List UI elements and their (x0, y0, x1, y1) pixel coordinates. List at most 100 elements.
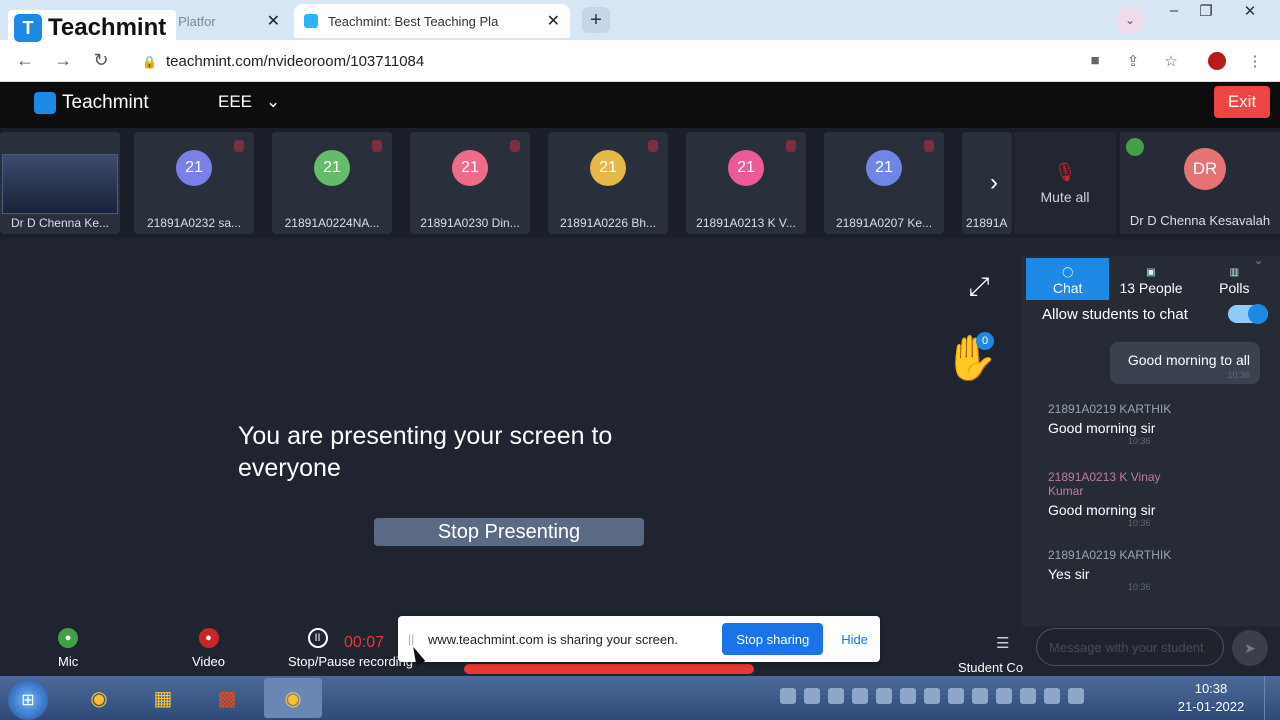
participant-tile[interactable]: 21 21891A0224NA... (272, 132, 392, 234)
avatar: 21 (452, 150, 488, 186)
share-icon[interactable]: ⇪ (1122, 52, 1144, 70)
file-explorer-icon[interactable]: ▦ (134, 678, 192, 718)
message-time: 10:36 (1128, 518, 1151, 528)
stop-sharing-button[interactable]: Stop sharing (722, 623, 824, 655)
tab-people[interactable]: ▣ 13 People (1109, 258, 1192, 300)
tile-name: 21891A (966, 216, 1008, 230)
flag-icon[interactable] (1068, 688, 1084, 704)
screen-share-tile[interactable]: Dr D Chenna Ke... (0, 132, 120, 234)
participant-tile[interactable]: 21 21891A0226 Bh... (548, 132, 668, 234)
powerpoint-icon[interactable]: ▩ (198, 678, 256, 718)
screen-share-notification: || www.teachmint.com is sharing your scr… (398, 616, 880, 662)
teachmint-logo-icon: T (14, 14, 42, 42)
chevron-right-icon[interactable]: › (978, 166, 1010, 200)
forward-arrow-icon[interactable]: → (52, 50, 74, 71)
reload-icon[interactable]: ↻ (90, 50, 112, 71)
chat-message: 21891A0219 KARTHIK Good morning sir 10:3… (1048, 402, 1248, 446)
url-bar[interactable]: 🔒 teachmint.com/nvideoroom/103711084 (130, 46, 1080, 76)
teacher-tile[interactable]: DR Dr D Chenna Kesavalah (1120, 132, 1280, 234)
mic-on-icon (1126, 138, 1144, 156)
tray-arrow-icon[interactable] (780, 688, 796, 704)
stop-presenting-button[interactable]: Stop Presenting (374, 518, 644, 546)
send-icon[interactable]: ➤ (1232, 630, 1268, 666)
new-tab-button[interactable]: + (582, 7, 610, 33)
tab-chat[interactable]: ◯ Chat (1026, 258, 1110, 300)
class-selector[interactable]: EEE ⌄ (218, 92, 280, 112)
tray-app-icon[interactable] (948, 688, 964, 704)
mute-all-button[interactable]: 🎙 Mute all (1014, 132, 1116, 234)
chat-message: 21891A0219 KARTHIK Yes sir 10:36 (1048, 548, 1248, 592)
allow-chat-toggle[interactable] (1228, 304, 1268, 324)
app-logo: Teachmint (34, 92, 149, 114)
back-arrow-icon[interactable]: ← (14, 50, 36, 71)
chat-input[interactable]: Message with your student (1036, 628, 1224, 666)
tray-app-icon[interactable] (852, 688, 868, 704)
tile-name: 21891A0213 K V... (696, 216, 796, 230)
chat-tabs: ◯ Chat ▣ 13 People ▥ Polls (1026, 258, 1276, 300)
chrome-icon[interactable]: ◉ (70, 678, 128, 718)
chevron-down-icon[interactable]: ⌄ (1116, 6, 1144, 34)
tray-app-icon[interactable] (924, 688, 940, 704)
show-desktop-button[interactable] (1264, 676, 1280, 720)
camera-icon[interactable]: ■ (1084, 52, 1106, 69)
polls-icon: ▥ (1229, 267, 1240, 278)
monitor-icon[interactable] (996, 688, 1012, 704)
hand-count-badge: 0 (976, 332, 994, 350)
tile-name: 21891A0226 Bh... (559, 216, 657, 230)
sliders-icon[interactable]: ☰ (996, 634, 1018, 654)
class-name: EEE (218, 92, 253, 111)
volume-icon[interactable] (1020, 688, 1036, 704)
share-message: www.teachmint.com is sharing your screen… (428, 631, 678, 647)
tray-app-icon[interactable] (828, 688, 844, 704)
message-text: Good morning sir (1048, 502, 1156, 518)
profile-avatar[interactable] (1208, 52, 1226, 70)
tray-app-icon[interactable] (876, 688, 892, 704)
tab-label: Chat (1052, 280, 1083, 296)
app-header: Teachmint EEE ⌄ (0, 82, 1280, 128)
taskbar-clock[interactable]: 10:38 21-01-2022 (1176, 680, 1246, 716)
message-text: Good morning to all (1127, 352, 1250, 368)
participant-tile[interactable]: 21 21891A0232 sa... (134, 132, 254, 234)
message-sender: 21891A0219 KARTHIK (1048, 402, 1172, 416)
browser-tab-active[interactable]: Teachmint: Best Teaching Pla ✕ (294, 4, 570, 38)
participant-tile[interactable]: 21 21891A0207 Ke... (824, 132, 944, 234)
brand-overlay-text: Teachmint (48, 14, 167, 41)
chevron-down-icon[interactable]: ⌄ (1254, 254, 1274, 272)
hide-button[interactable]: Hide (829, 632, 880, 647)
start-button[interactable]: ⊞ (8, 680, 48, 720)
allow-chat-row: Allow students to chat (1042, 304, 1268, 324)
exit-button[interactable]: Exit (1214, 86, 1270, 118)
video-button[interactable]: ● Video (192, 628, 225, 669)
bookmark-star-icon[interactable]: ☆ (1160, 52, 1182, 70)
close-tab-icon[interactable]: ✕ (267, 11, 280, 31)
mic-icon: ● (58, 628, 79, 648)
menu-kebab-icon[interactable]: ⋮ (1244, 52, 1266, 70)
mic-button[interactable]: ● Mic (58, 628, 78, 669)
mic-off-icon: 🎙 (1053, 161, 1077, 182)
chrome-active-icon[interactable]: ◉ (264, 678, 322, 718)
mic-off-icon (648, 140, 658, 152)
participant-tile[interactable]: 21 21891A0213 K V... (686, 132, 806, 234)
maximize-icon[interactable]: ❐ (1192, 2, 1220, 20)
drag-handle-icon[interactable]: || (408, 632, 422, 646)
tray-app-icon[interactable] (804, 688, 820, 704)
battery-icon[interactable] (1044, 688, 1060, 704)
minimize-icon[interactable]: – (1160, 2, 1188, 19)
recording-indicator-bar (464, 664, 754, 674)
active-tab-title: Teachmint: Best Teaching Pla (328, 13, 499, 29)
teachmint-logo-icon (34, 92, 56, 114)
message-sender: 21891A0219 KARTHIK (1048, 548, 1172, 562)
participant-tile[interactable]: 21 21891A0230 Din... (410, 132, 530, 234)
tab-label: Polls (1219, 280, 1250, 296)
expand-icon[interactable]: ⤢ (962, 270, 996, 304)
close-tab-icon[interactable]: ✕ (547, 11, 560, 31)
recording-label: Stop/Pause recording (288, 654, 414, 669)
system-tray (780, 688, 1084, 704)
student-controls-button[interactable]: Student Co (958, 660, 1024, 675)
close-window-icon[interactable]: ✕ (1236, 2, 1264, 20)
network-icon[interactable] (972, 688, 988, 704)
tile-name: 21891A0207 Ke... (835, 216, 933, 230)
tile-name: 21891A0224NA... (284, 216, 380, 230)
tray-app-icon[interactable] (900, 688, 916, 704)
mic-off-icon (234, 140, 244, 152)
